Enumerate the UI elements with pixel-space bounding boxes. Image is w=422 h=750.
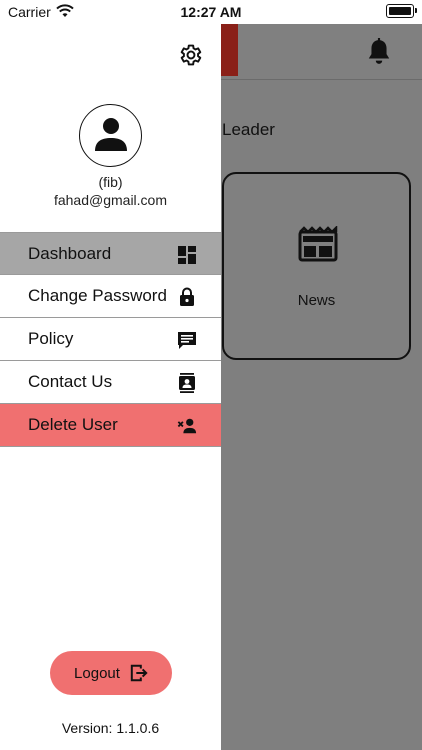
menu-item-contact-us[interactable]: Contact Us [0, 361, 221, 404]
menu-item-dashboard[interactable]: Dashboard [0, 232, 221, 275]
bell-icon[interactable] [366, 38, 392, 66]
news-label: News [297, 292, 336, 309]
menu-item-label: Delete User [28, 415, 118, 434]
logout-icon [130, 664, 148, 682]
logout-label: Logout [74, 664, 120, 682]
logout-button[interactable]: Logout [50, 651, 172, 695]
gear-icon[interactable] [177, 42, 203, 68]
version-label: Version: 1.1.0.6 [61, 720, 160, 736]
menu-item-delete-user[interactable]: Delete User [0, 404, 221, 447]
side-drawer: (fib) fahad@gmail.com Dashboard Change P… [0, 24, 221, 750]
dashboard-icon [178, 246, 196, 264]
menu-item-label: Change Password [28, 286, 167, 305]
status-bar: Carrier 12:27 AM [0, 0, 422, 24]
avatar [79, 104, 142, 167]
menu-item-label: Contact Us [28, 372, 113, 391]
user-email: fahad@gmail.com [53, 192, 168, 208]
clock: 12:27 AM [180, 4, 242, 20]
leader-label: Leader [222, 120, 275, 139]
user-name: (fib) [98, 174, 123, 190]
person-icon [95, 118, 127, 151]
policy-icon [178, 332, 196, 349]
contact-icon [179, 373, 195, 393]
menu-item-label: Dashboard [28, 243, 112, 263]
lock-icon [180, 287, 194, 306]
menu-item-label: Policy [28, 329, 74, 348]
news-icon [298, 226, 338, 262]
battery-icon [386, 4, 417, 18]
drawer-menu: Dashboard Change Password Policy Contact… [0, 232, 221, 447]
menu-item-policy[interactable]: Policy [0, 318, 221, 361]
news-card[interactable]: News [222, 172, 411, 360]
delete-user-icon [177, 418, 197, 434]
menu-item-change-password[interactable]: Change Password [0, 275, 221, 318]
